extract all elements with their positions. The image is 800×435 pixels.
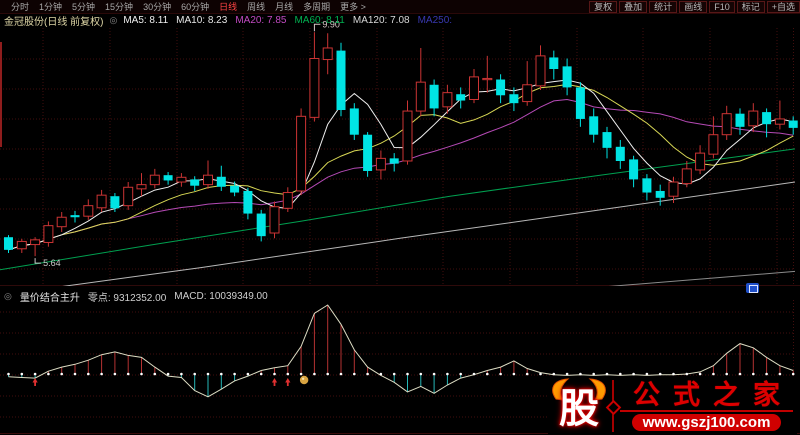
timeframe-toolbar: 分时 1分钟 5分钟 15分钟 30分钟 60分钟 日线 周线 月线 多周期 更多 > 复权 叠加 统计… (0, 0, 800, 14)
indicator-field2: MACD: 10039349.00 (174, 291, 268, 302)
timeframe-tab-更多 >[interactable]: 更多 > (335, 0, 371, 13)
trading-app-window: 分时 1分钟 5分钟 15分钟 30分钟 60分钟 日线 周线 月线 多周期 更多 > 复权 叠加 统计… (0, 0, 800, 435)
toolbar-button-标记[interactable]: 标记 (736, 0, 765, 13)
toolbar-button-复权[interactable]: 复权 (589, 0, 618, 13)
toolbar-button-+自选[interactable]: +自选 (766, 0, 800, 13)
watermark-url: www.gszj100.com (631, 413, 782, 431)
timeframe-tab-30分钟[interactable]: 30分钟 (138, 0, 176, 13)
indicator-field1: 零点: 9312352.00 (87, 293, 167, 304)
mini-logo-badge-icon[interactable] (746, 283, 759, 293)
timeframe-tab-15分钟[interactable]: 15分钟 (100, 0, 138, 13)
ma-value-labels: MA5: 8.11 MA10: 8.23 MA20: 7.85 MA60: 8.11 M… (123, 15, 452, 26)
ma-label-MA250: MA250: (417, 15, 453, 26)
bull-logo: 股 (548, 377, 610, 434)
gold-dot-marker (299, 375, 309, 385)
timeframe-tab-1分钟[interactable]: 1分钟 (34, 0, 67, 13)
timeframe-tab-多周期[interactable]: 多周期 (298, 0, 335, 13)
buy-arrow-icon (32, 378, 38, 386)
watermark-title: 公式之家 (620, 380, 793, 412)
indicator-name: 量价结合主升 (19, 293, 80, 304)
watermark-separator (605, 379, 622, 432)
ma-label-MA20: MA20: 7.85 (235, 15, 287, 26)
buy-arrow-icon (271, 378, 278, 386)
indicator-circle-icon[interactable]: ◎ (4, 291, 12, 302)
timeframe-tab-周线[interactable]: 周线 (242, 0, 270, 13)
toolbar-buttons: 复权 叠加 统计 画线 F10 标记 +自选 (589, 0, 800, 13)
timeframe-tabs: 分时 1分钟 5分钟 15分钟 30分钟 60分钟 日线 周线 月线 多周期 更多 > (0, 0, 589, 13)
toolbar-button-画线[interactable]: 画线 (679, 0, 708, 13)
stock-title: 金冠股份(日线 前复权) (4, 17, 104, 28)
timeframe-tab-日线[interactable]: 日线 (214, 0, 242, 13)
svg-text:5.64: 5.64 (43, 258, 61, 268)
indicator-header: ◎ 量价结合主升 零点: 9312352.00 MACD: 10039349.0… (4, 289, 268, 304)
chart-info-bar: 金冠股份(日线 前复权) ◎ MA5: 8.11 MA10: 8.23 MA20: … (0, 14, 800, 28)
toolbar-button-叠加[interactable]: 叠加 (619, 0, 648, 13)
watermark: 股 公式之家 www.gszj100.com (548, 377, 797, 434)
watermark-logo-char: 股 (559, 387, 599, 432)
toolbar-button-统计[interactable]: 统计 (649, 0, 678, 13)
main-price-chart[interactable]: 9.905.64 (0, 18, 800, 286)
ma-label-MA5: MA5: 8.11 (123, 15, 169, 26)
settings-circle-icon[interactable]: ◎ (109, 15, 117, 26)
timeframe-tab-60分钟[interactable]: 60分钟 (176, 0, 214, 13)
toolbar-button-F10[interactable]: F10 (709, 0, 735, 13)
timeframe-tab-月线[interactable]: 月线 (270, 0, 298, 13)
buy-arrow-icon (285, 378, 291, 386)
ma-label-MA120: MA120: 7.08 (352, 15, 410, 26)
timeframe-tab-分时[interactable]: 分时 (6, 0, 34, 13)
ma-label-MA10: MA10: 8.23 (176, 15, 228, 26)
ma-label-MA60: MA60: 8.11 (294, 15, 345, 26)
timeframe-tab-5分钟[interactable]: 5分钟 (67, 0, 100, 13)
